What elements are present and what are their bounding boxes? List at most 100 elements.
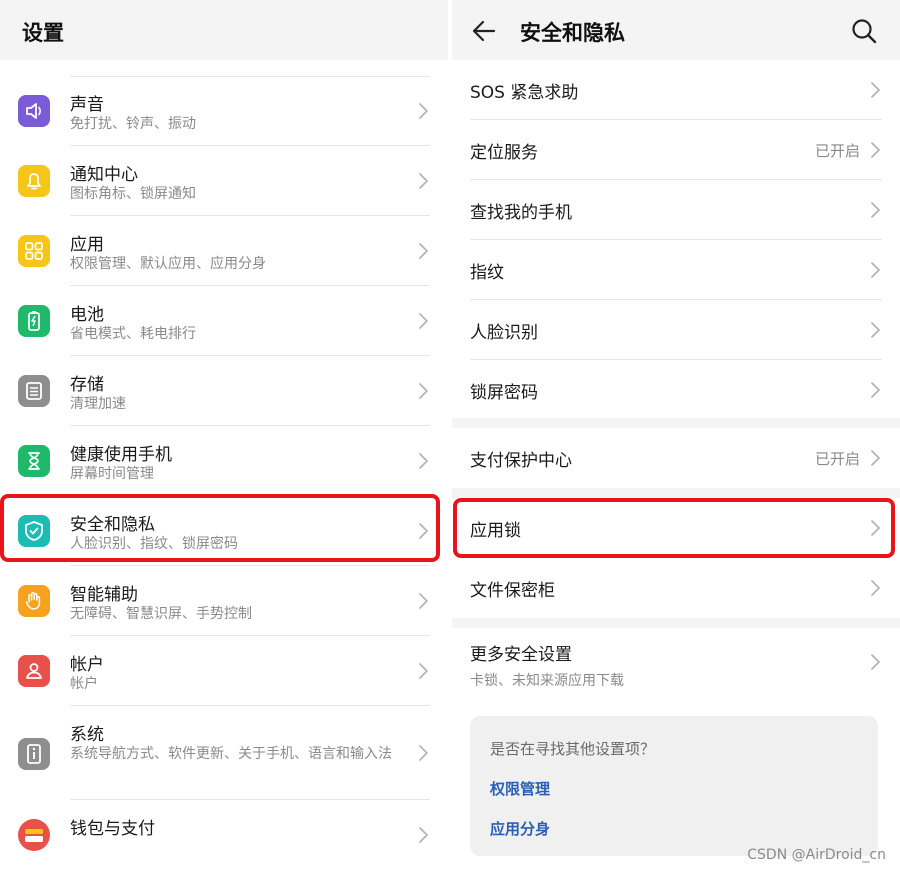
security-item-title: SOS 紧急求助 — [470, 83, 579, 103]
settings-item-subtitle: 人脸识别、指纹、锁屏密码 — [70, 536, 238, 552]
settings-item-title: 钱包与支付 — [70, 819, 155, 839]
wallet-icon — [18, 819, 50, 851]
back-arrow-icon[interactable] — [470, 17, 498, 45]
settings-item-subtitle: 帐户 — [70, 676, 98, 692]
security-item[interactable]: 更多安全设置卡锁、未知来源应用下载 — [452, 628, 900, 708]
settings-list: 声音 免打扰、铃声、振动 通知中心 图标角标、锁屏通知 应用 权限管理、默认应用、应用分身… — [0, 60, 448, 871]
settings-item-subtitle: 无障碍、智慧识屏、手势控制 — [70, 606, 252, 622]
settings-item[interactable]: 通知中心 图标角标、锁屏通知 — [0, 146, 448, 216]
settings-item[interactable]: 智能辅助 无障碍、智慧识屏、手势控制 — [0, 566, 448, 636]
storage-icon — [18, 375, 50, 407]
settings-item-title: 应用 — [70, 235, 104, 255]
system-info-icon — [18, 738, 50, 770]
settings-panel: 设置 声音 免打扰、铃声、振动 通知中心 图标角标、锁屏通知 应用 权限管理、默认应用、应… — [0, 0, 448, 871]
settings-item[interactable]: 系统 系统导航方式、软件更新、关于手机、语言和输入法 — [0, 706, 448, 800]
suggestion-question: 是否在寻找其他设置项？ — [490, 740, 656, 758]
security-item[interactable]: 指纹 — [452, 240, 900, 300]
chevron-right-icon — [419, 745, 428, 761]
status-text: 已开启 — [814, 450, 860, 468]
settings-item-title: 系统 — [70, 725, 104, 745]
security-item-title: 更多安全设置 — [470, 645, 572, 665]
security-item[interactable]: 支付保护中心 已开启 — [452, 428, 900, 488]
chevron-right-icon — [419, 663, 428, 679]
security-item[interactable]: 应用锁 — [452, 498, 900, 558]
security-item-title: 查找我的手机 — [470, 203, 572, 223]
settings-item[interactable]: 存储 清理加速 — [0, 356, 448, 426]
chevron-right-icon — [419, 593, 428, 609]
chevron-right-icon — [419, 453, 428, 469]
chevron-right-icon — [871, 580, 880, 596]
page-title: 安全和隐私 — [520, 21, 625, 45]
security-group-1: SOS 紧急求助 定位服务 已开启查找我的手机 指纹人脸识别锁屏密码 — [452, 60, 900, 418]
settings-item-title: 健康使用手机 — [70, 445, 172, 465]
settings-item-title: 帐户 — [70, 655, 104, 675]
settings-item-subtitle: 系统导航方式、软件更新、关于手机、语言和输入法 — [70, 746, 392, 762]
security-item[interactable]: SOS 紧急求助 — [452, 60, 900, 120]
security-item[interactable]: 锁屏密码 — [452, 360, 900, 420]
security-item-subtitle: 卡锁、未知来源应用下载 — [470, 673, 624, 689]
chevron-right-icon — [419, 383, 428, 399]
settings-item[interactable]: 安全和隐私 人脸识别、指纹、锁屏密码 — [0, 496, 448, 566]
settings-item-title: 安全和隐私 — [70, 515, 155, 535]
security-item[interactable]: 人脸识别 — [452, 300, 900, 360]
settings-header: 设置 — [0, 0, 448, 60]
chevron-right-icon — [871, 520, 880, 536]
security-group-3: 应用锁文件保密柜 — [452, 498, 900, 618]
chevron-right-icon — [419, 523, 428, 539]
settings-item-title: 智能辅助 — [70, 585, 138, 605]
link-permission-management[interactable]: 权限管理 — [490, 778, 550, 799]
security-header: 安全和隐私 — [452, 0, 900, 60]
chevron-right-icon — [871, 322, 880, 338]
hourglass-icon — [18, 445, 50, 477]
security-item[interactable]: 文件保密柜 — [452, 558, 900, 618]
security-item-title: 定位服务 — [470, 143, 538, 163]
settings-item[interactable]: 帐户 帐户 — [0, 636, 448, 706]
settings-item[interactable]: 钱包与支付 — [0, 800, 448, 870]
chevron-right-icon — [871, 654, 880, 670]
chevron-right-icon — [419, 827, 428, 843]
account-icon — [18, 655, 50, 687]
search-icon[interactable] — [850, 17, 878, 45]
security-item-title: 指纹 — [470, 263, 504, 283]
page-title: 设置 — [22, 21, 64, 45]
bell-icon — [18, 165, 50, 197]
security-privacy-panel: 安全和隐私 SOS 紧急求助 定位服务 已开启 查找我的手机 指纹 人脸识别 锁屏密码 支付… — [452, 0, 900, 871]
suggestion-box: 是否在寻找其他设置项？ 权限管理 应用分身 — [470, 716, 878, 856]
settings-item-title: 电池 — [70, 305, 104, 325]
status-text: 已开启 — [814, 142, 860, 160]
security-item-title: 应用锁 — [470, 521, 521, 541]
security-item-title: 人脸识别 — [470, 323, 538, 343]
shield-icon — [18, 515, 50, 547]
security-item[interactable]: 定位服务 已开启 — [452, 120, 900, 180]
chevron-right-icon — [871, 382, 880, 398]
settings-item-title: 存储 — [70, 375, 104, 395]
chevron-right-icon — [871, 82, 880, 98]
settings-item-subtitle: 免打扰、铃声、振动 — [70, 116, 196, 132]
security-group-4: 是否在寻找其他设置项？ 权限管理 应用分身 更多安全设置卡锁、未知来源应用下载 — [452, 628, 900, 871]
settings-item-subtitle: 权限管理、默认应用、应用分身 — [70, 256, 266, 272]
security-item-title: 支付保护中心 — [470, 451, 572, 471]
chevron-right-icon — [419, 243, 428, 259]
battery-icon — [18, 305, 50, 337]
settings-item-title: 通知中心 — [70, 165, 138, 185]
settings-item[interactable]: 应用 权限管理、默认应用、应用分身 — [0, 216, 448, 286]
settings-item-subtitle: 清理加速 — [70, 396, 126, 412]
hand-icon — [18, 585, 50, 617]
settings-item-subtitle: 屏幕时间管理 — [70, 466, 154, 482]
security-group-2: 支付保护中心 已开启 — [452, 428, 900, 488]
security-item-title: 锁屏密码 — [470, 383, 538, 403]
security-item[interactable]: 查找我的手机 — [452, 180, 900, 240]
settings-item[interactable]: 声音 免打扰、铃声、振动 — [0, 76, 448, 146]
chevron-right-icon — [419, 313, 428, 329]
chevron-right-icon — [871, 142, 880, 158]
link-app-twin[interactable]: 应用分身 — [490, 818, 550, 839]
settings-item-subtitle: 图标角标、锁屏通知 — [70, 186, 196, 202]
chevron-right-icon — [871, 262, 880, 278]
chevron-right-icon — [871, 450, 880, 466]
chevron-right-icon — [871, 202, 880, 218]
apps-grid-icon — [18, 235, 50, 267]
settings-item[interactable]: 健康使用手机 屏幕时间管理 — [0, 426, 448, 496]
settings-item[interactable]: 电池 省电模式、耗电排行 — [0, 286, 448, 356]
watermark: CSDN @AirDroid_cn — [747, 847, 886, 863]
speaker-icon — [18, 95, 50, 127]
